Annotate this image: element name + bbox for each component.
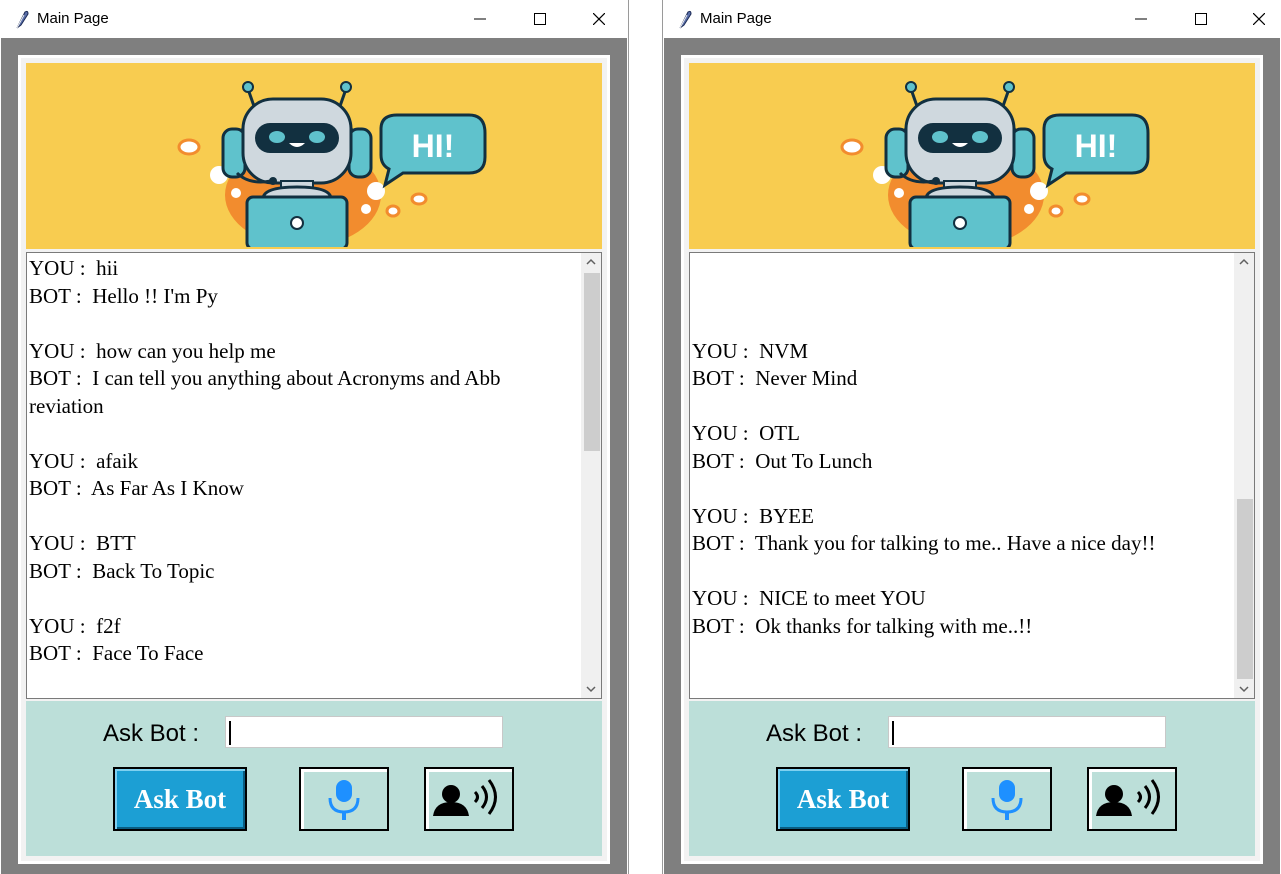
microphone-icon	[328, 778, 360, 822]
chat-line	[692, 310, 1232, 338]
chevron-up-icon	[586, 258, 596, 265]
chat-line: YOU : afaik	[29, 448, 139, 473]
minimize-button[interactable]	[1118, 0, 1164, 38]
chat-history[interactable]: YOU : NVM BOT : Never Mind YOU : OTL BOT : …	[689, 252, 1255, 699]
chat-line: YOU : NICE to meet YOU	[692, 586, 926, 610]
chat-line: BOT : Hello !! I'm Py	[29, 283, 218, 308]
main-panel: YOU : hii BOT : Hello !! I'm Py YOU : how …	[18, 55, 610, 864]
chat-line: reviation	[29, 393, 104, 418]
minimize-icon	[474, 18, 486, 20]
chevron-up-icon	[1239, 258, 1249, 265]
maximize-button[interactable]	[1178, 0, 1224, 38]
speaker-person-icon	[1094, 778, 1160, 818]
voice-input-button[interactable]	[962, 767, 1052, 831]
chat-log: YOU : hii BOT : Hello !! I'm Py YOU : how …	[29, 255, 579, 668]
window-frame: YOU : hii BOT : Hello !! I'm Py YOU : how …	[1, 38, 627, 874]
voice-input-button[interactable]	[299, 767, 389, 831]
scroll-up-button[interactable]	[1234, 253, 1254, 271]
robot-banner-image	[834, 77, 1154, 247]
ask-bot-input[interactable]	[225, 716, 503, 748]
chat-line: YOU : f2f	[29, 613, 121, 638]
chatbot-banner	[689, 63, 1255, 249]
input-area: Ask Bot : Ask Bot	[689, 701, 1255, 856]
chat-line: YOU : BTT	[29, 531, 136, 555]
title-bar[interactable]: Main Page	[0, 0, 628, 38]
chat-line: YOU : OTL	[692, 421, 800, 445]
chat-line: BOT : I can tell you anything about Acro…	[29, 366, 501, 390]
chat-line: BOT : Thank you for talking to me.. Have…	[692, 531, 1156, 555]
chat-line: YOU : how can you help me	[29, 338, 276, 363]
main-page-window-right: Main Page YOU : NVM BOT : Never Mind YOU :…	[662, 0, 1281, 874]
chat-scrollbar[interactable]	[581, 253, 601, 698]
chat-line: YOU : NVM	[692, 338, 809, 363]
feather-icon	[16, 10, 29, 29]
chat-log: YOU : NVM BOT : Never Mind YOU : OTL BOT : …	[692, 255, 1232, 640]
scroll-down-button[interactable]	[1234, 680, 1254, 698]
chevron-down-icon	[586, 686, 596, 693]
scroll-down-button[interactable]	[581, 680, 601, 698]
scroll-up-button[interactable]	[581, 253, 601, 271]
chat-line: BOT : Ok thanks for talking with me..!!	[692, 613, 1033, 638]
text-caret	[229, 721, 231, 745]
ask-bot-label: Ask Bot :	[766, 720, 863, 747]
main-page-window-left: Main Page YOU : hii BOT : Hello !! I'm Py…	[0, 0, 629, 874]
chat-line: BOT : Out To Lunch	[692, 448, 873, 473]
speaker-person-icon	[431, 778, 497, 818]
chat-line	[29, 585, 579, 613]
window-title: Main Page	[700, 10, 772, 27]
window-title: Main Page	[37, 10, 109, 27]
chat-line	[692, 255, 1232, 283]
scroll-thumb[interactable]	[584, 273, 600, 451]
ask-bot-button[interactable]: Ask Bot	[113, 767, 247, 831]
minimize-icon	[1135, 18, 1147, 20]
close-button[interactable]	[576, 0, 622, 38]
close-button[interactable]	[1236, 0, 1281, 38]
chat-line: BOT : Never Mind	[692, 366, 858, 390]
input-area: Ask Bot : Ask Bot	[26, 701, 602, 856]
main-panel: YOU : NVM BOT : Never Mind YOU : OTL BOT : …	[681, 55, 1263, 864]
ask-bot-input[interactable]	[888, 716, 1166, 748]
close-icon	[1253, 13, 1265, 25]
window-frame: YOU : NVM BOT : Never Mind YOU : OTL BOT : …	[664, 38, 1280, 874]
scroll-thumb[interactable]	[1237, 499, 1253, 679]
chat-line	[692, 393, 1232, 421]
microphone-icon	[991, 778, 1023, 822]
ask-bot-label: Ask Bot :	[103, 720, 200, 747]
chat-line	[29, 420, 579, 448]
ask-bot-button[interactable]: Ask Bot	[776, 767, 910, 831]
close-icon	[593, 13, 605, 25]
chat-line	[692, 558, 1232, 586]
chat-line: BOT : Back To Topic	[29, 558, 215, 583]
minimize-button[interactable]	[457, 0, 503, 38]
title-bar[interactable]: Main Page	[663, 0, 1281, 38]
chat-line	[692, 475, 1232, 503]
robot-banner-image	[171, 77, 491, 247]
chat-line	[29, 503, 579, 531]
maximize-button[interactable]	[517, 0, 563, 38]
chatbot-banner	[26, 63, 602, 249]
chat-scrollbar[interactable]	[1234, 253, 1254, 698]
speak-output-button[interactable]	[1087, 767, 1177, 831]
chat-line: BOT : Face To Face	[29, 641, 204, 665]
maximize-icon	[1195, 13, 1207, 25]
speak-output-button[interactable]	[424, 767, 514, 831]
chat-line	[29, 310, 579, 338]
chat-line: YOU : hii	[29, 256, 119, 280]
feather-icon	[679, 10, 692, 29]
chat-history[interactable]: YOU : hii BOT : Hello !! I'm Py YOU : how …	[26, 252, 602, 699]
chat-line: BOT : As Far As I Know	[29, 476, 244, 500]
chat-line: YOU : BYEE	[692, 503, 814, 528]
chevron-down-icon	[1239, 686, 1249, 693]
text-caret	[892, 721, 894, 745]
chat-line	[692, 283, 1232, 311]
maximize-icon	[534, 13, 546, 25]
